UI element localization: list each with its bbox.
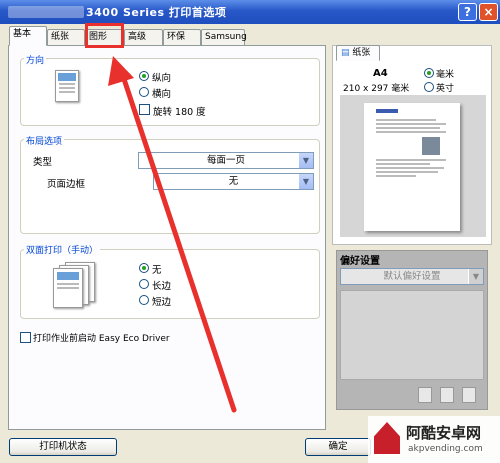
tab-basic[interactable]: 基本	[9, 26, 47, 46]
paper-tab[interactable]: ▤ 纸张	[336, 45, 380, 61]
annotation-arrow	[108, 56, 237, 413]
printer-icon: ▤	[341, 48, 353, 58]
paper-tab-label: 纸张	[352, 48, 371, 58]
